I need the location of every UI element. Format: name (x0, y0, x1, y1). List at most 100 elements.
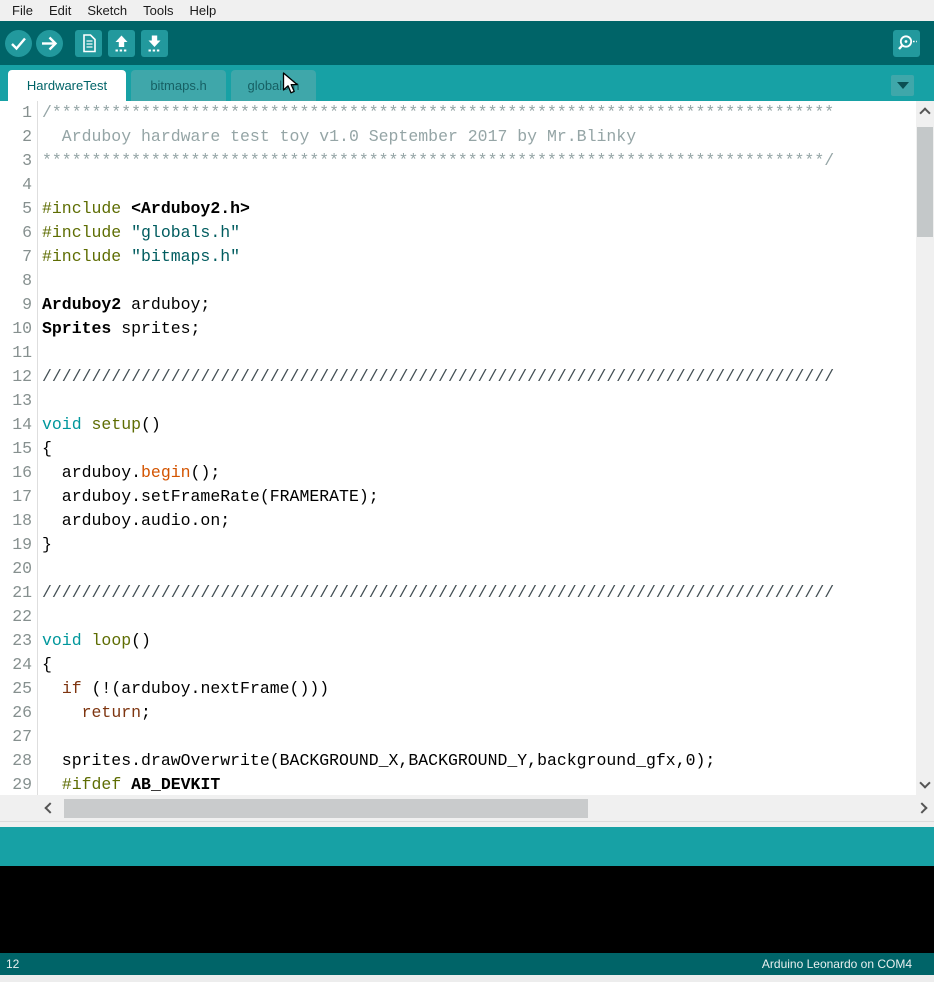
current-line-indicator: 12 (6, 957, 19, 971)
vertical-scrollbar[interactable] (916, 101, 934, 795)
code-line[interactable]: 9Arduboy2 arduboy; (0, 293, 934, 317)
code-line[interactable]: 12//////////////////////////////////////… (0, 365, 934, 389)
line-number: 23 (0, 629, 38, 653)
code-line[interactable]: 1/**************************************… (0, 101, 934, 125)
code-line[interactable]: 27 (0, 725, 934, 749)
chevron-down-icon (919, 777, 930, 788)
code-line[interactable]: 4 (0, 173, 934, 197)
code-line[interactable]: 11 (0, 341, 934, 365)
code-line-text: arduboy.audio.on; (38, 509, 230, 533)
code-line[interactable]: 26 return; (0, 701, 934, 725)
tab-bar: HardwareTest bitmaps.h globals.h (0, 65, 934, 101)
code-line-text: void loop() (38, 629, 151, 653)
code-line-text (38, 557, 42, 581)
scroll-up-button[interactable] (916, 103, 934, 123)
code-line-text: arduboy.begin(); (38, 461, 220, 485)
code-line-text (38, 173, 42, 197)
code-line[interactable]: 13 (0, 389, 934, 413)
line-number: 4 (0, 173, 38, 197)
line-number: 28 (0, 749, 38, 773)
menu-help[interactable]: Help (181, 1, 224, 21)
code-line-text: #include <Arduboy2.h> (38, 197, 250, 221)
line-number: 9 (0, 293, 38, 317)
horizontal-scrollbar[interactable] (0, 795, 934, 822)
code-line[interactable]: 8 (0, 269, 934, 293)
window-bottom-strip (0, 975, 934, 982)
code-editor[interactable]: 1/**************************************… (0, 101, 934, 795)
code-line-text: Arduboy hardware test toy v1.0 September… (38, 125, 636, 149)
tab-label: HardwareTest (27, 78, 107, 93)
line-number: 1 (0, 101, 38, 125)
save-button[interactable] (141, 30, 168, 57)
line-number: 3 (0, 149, 38, 173)
open-button[interactable] (108, 30, 135, 57)
menu-sketch[interactable]: Sketch (79, 1, 135, 21)
code-line[interactable]: 20 (0, 557, 934, 581)
code-line-text: ////////////////////////////////////////… (38, 581, 834, 605)
tab-hardwaretest[interactable]: HardwareTest (8, 70, 126, 101)
line-number: 27 (0, 725, 38, 749)
arduino-ide-window: File Edit Sketch Tools Help (0, 0, 934, 982)
code-line-text: } (38, 533, 52, 557)
code-line-text: /***************************************… (38, 101, 834, 125)
upload-button[interactable] (36, 30, 63, 57)
line-number: 7 (0, 245, 38, 269)
code-line[interactable]: 29 #ifdef AB_DEVKIT (0, 773, 934, 795)
arrow-down-tray-icon (141, 30, 168, 57)
line-number: 26 (0, 701, 38, 725)
serial-monitor-button[interactable] (893, 30, 920, 57)
scroll-down-button[interactable] (916, 773, 934, 793)
line-number: 11 (0, 341, 38, 365)
code-line[interactable]: 22 (0, 605, 934, 629)
code-line[interactable]: 5#include <Arduboy2.h> (0, 197, 934, 221)
line-number: 12 (0, 365, 38, 389)
code-line[interactable]: 18 arduboy.audio.on; (0, 509, 934, 533)
new-sketch-button[interactable] (75, 30, 102, 57)
code-line[interactable]: 3***************************************… (0, 149, 934, 173)
arrow-right-icon (36, 30, 63, 57)
code-line[interactable]: 21//////////////////////////////////////… (0, 581, 934, 605)
code-line[interactable]: 7#include "bitmaps.h" (0, 245, 934, 269)
menu-edit[interactable]: Edit (41, 1, 79, 21)
code-line[interactable]: 28 sprites.drawOverwrite(BACKGROUND_X,BA… (0, 749, 934, 773)
chevron-right-icon (916, 802, 927, 813)
tab-label: bitmaps.h (150, 78, 206, 93)
code-line-text (38, 269, 42, 293)
code-line[interactable]: 15{ (0, 437, 934, 461)
tab-bitmaps-h[interactable]: bitmaps.h (131, 70, 226, 101)
line-number: 18 (0, 509, 38, 533)
code-line-text: sprites.drawOverwrite(BACKGROUND_X,BACKG… (38, 749, 715, 773)
line-number: 19 (0, 533, 38, 557)
code-line[interactable]: 23void loop() (0, 629, 934, 653)
board-port-indicator: Arduino Leonardo on COM4 (762, 957, 912, 971)
code-line[interactable]: 2 Arduboy hardware test toy v1.0 Septemb… (0, 125, 934, 149)
tab-list-dropdown-button[interactable] (891, 75, 914, 96)
vertical-scrollbar-thumb[interactable] (917, 127, 933, 237)
code-line[interactable]: 19} (0, 533, 934, 557)
line-number: 6 (0, 221, 38, 245)
arrow-up-tray-icon (108, 30, 135, 57)
code-line[interactable]: 16 arduboy.begin(); (0, 461, 934, 485)
code-line-text (38, 389, 42, 413)
tab-globals-h[interactable]: globals.h (231, 70, 316, 101)
code-line-text: void setup() (38, 413, 161, 437)
code-line[interactable]: 25 if (!(arduboy.nextFrame())) (0, 677, 934, 701)
menu-bar: File Edit Sketch Tools Help (0, 0, 934, 21)
code-line[interactable]: 14void setup() (0, 413, 934, 437)
verify-button[interactable] (5, 30, 32, 57)
menu-file[interactable]: File (4, 1, 41, 21)
horizontal-scrollbar-thumb[interactable] (64, 799, 588, 818)
menu-tools[interactable]: Tools (135, 1, 181, 21)
line-number: 2 (0, 125, 38, 149)
code-line-text: ////////////////////////////////////////… (38, 365, 834, 389)
line-number: 22 (0, 605, 38, 629)
code-line[interactable]: 24{ (0, 653, 934, 677)
scroll-left-button[interactable] (40, 795, 60, 821)
code-line[interactable]: 17 arduboy.setFrameRate(FRAMERATE); (0, 485, 934, 509)
line-number: 25 (0, 677, 38, 701)
code-line[interactable]: 6#include "globals.h" (0, 221, 934, 245)
magnifier-icon (893, 30, 920, 57)
toolbar (0, 21, 934, 65)
scroll-right-button[interactable] (912, 795, 932, 821)
code-line[interactable]: 10Sprites sprites; (0, 317, 934, 341)
